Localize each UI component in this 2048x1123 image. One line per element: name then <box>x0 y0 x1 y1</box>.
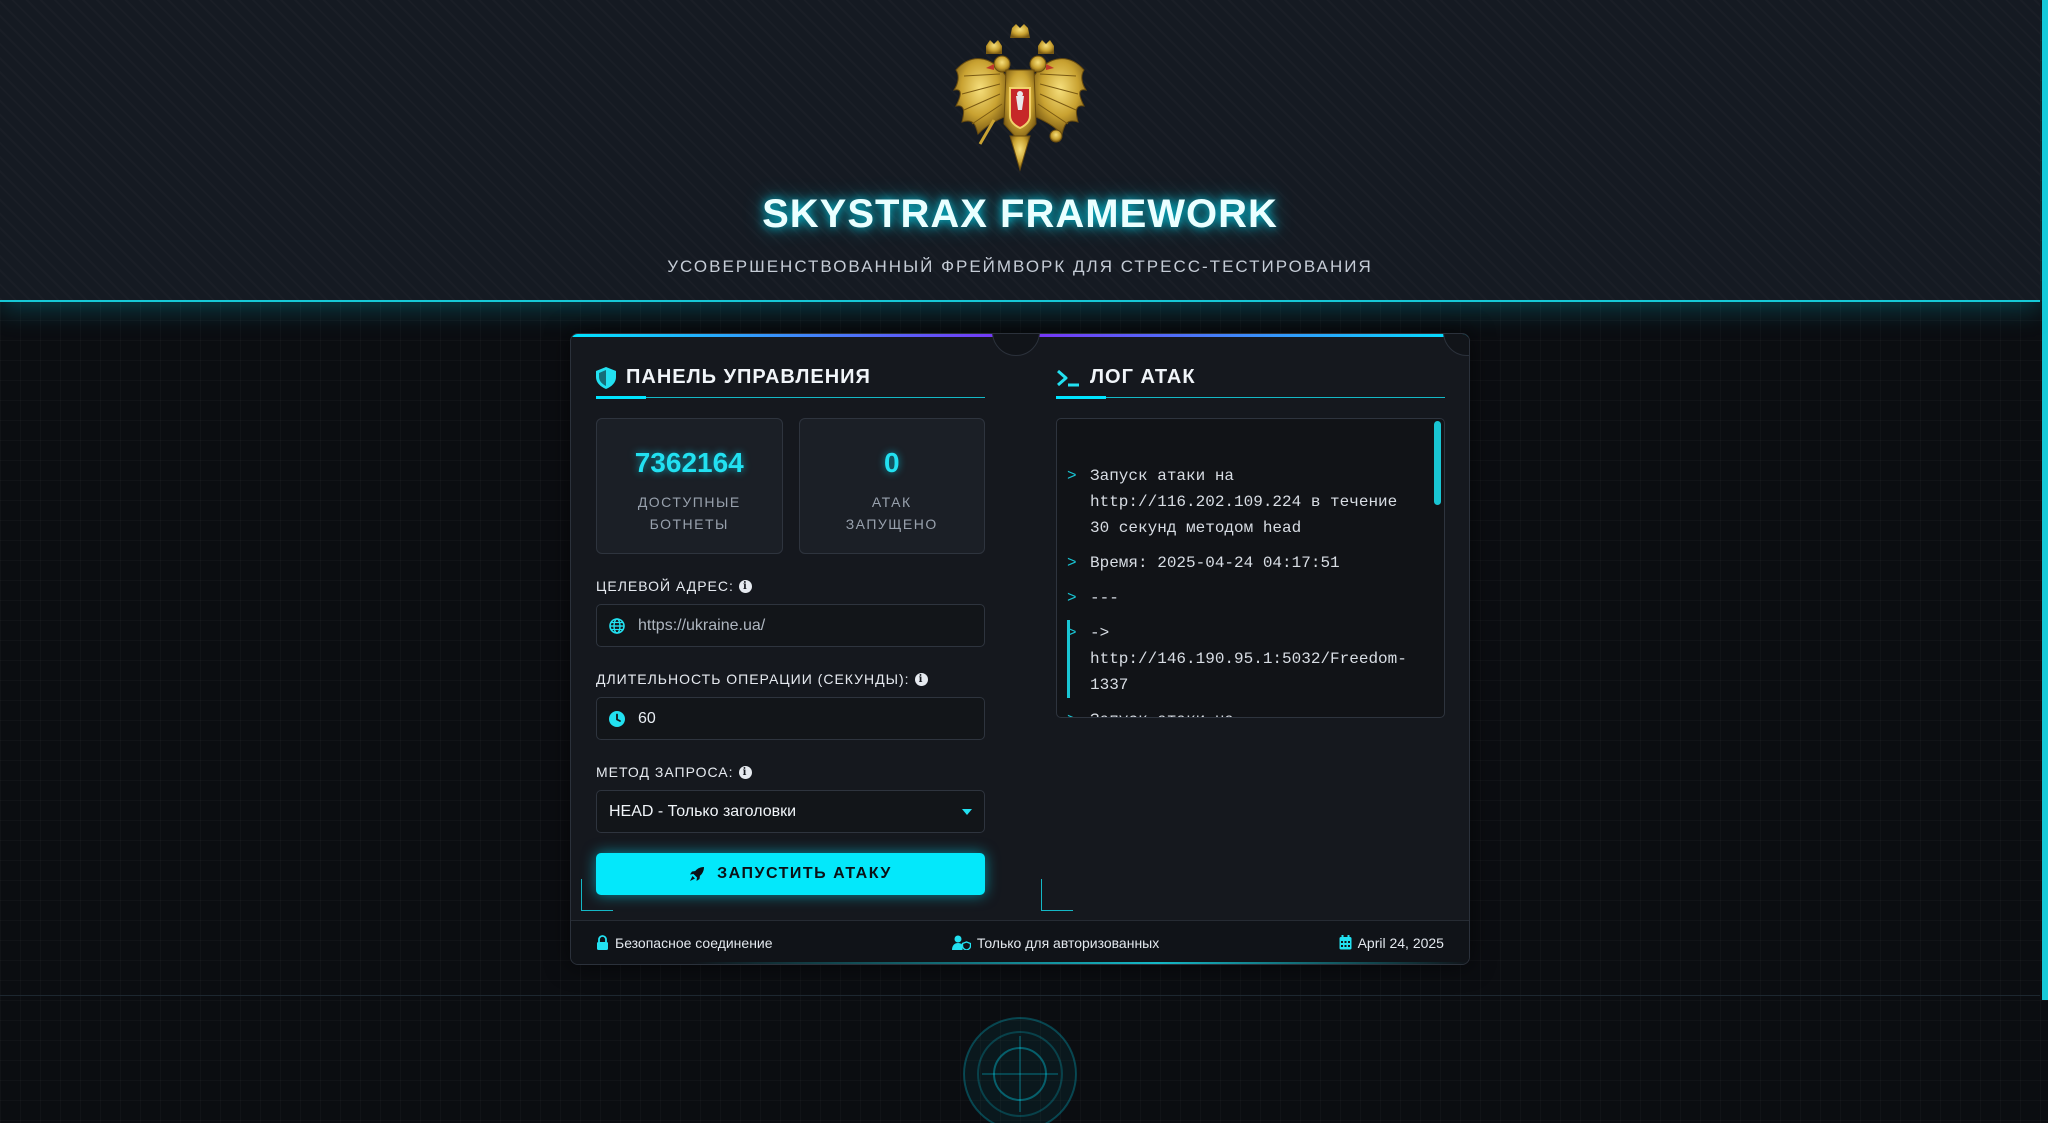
globe-icon <box>609 617 625 634</box>
log-line: > Время: 2025-04-24 04:17:51 <box>1067 550 1408 576</box>
duration-input[interactable] <box>638 709 984 728</box>
log-line-text: --- <box>1090 589 1119 607</box>
info-icon[interactable]: i <box>738 765 752 779</box>
attack-log[interactable]: > Запуск атаки на http://116.202.109.224… <box>1056 418 1445 718</box>
control-panel-heading: ПАНЕЛЬ УПРАВЛЕНИЯ <box>596 358 985 399</box>
footer-secure-text: Безопасное соединение <box>615 934 773 951</box>
stat-value: 0 <box>883 447 900 478</box>
duration-field <box>596 697 985 740</box>
launch-attack-label: ЗАПУСТИТЬ АТАКУ <box>717 865 892 882</box>
double-headed-eagle-emblem <box>952 24 1088 172</box>
app-subtitle: УСОВЕРШЕНСТВОВАННЫЙ ФРЕЙМВОРК ДЛЯ СТРЕСС… <box>667 257 1373 276</box>
stat-botnets: 7362164 ДОСТУПНЫЕ БОТНЕТЫ <box>596 418 783 554</box>
corner-bracket <box>1041 879 1073 911</box>
stat-value: 7362164 <box>634 447 744 478</box>
stat-label: АТАК ЗАПУЩЕНО <box>845 494 938 532</box>
page-scrollbar[interactable] <box>2042 0 2048 1000</box>
log-prompt: > <box>1067 624 1077 642</box>
duration-label: ДЛИТЕЛЬНОСТЬ ОПЕРАЦИИ (СЕКУНДЫ): i <box>596 670 985 688</box>
target-label: ЦЕЛЕВОЙ АДРЕС: i <box>596 577 985 595</box>
footer-secure: Безопасное соединение <box>596 935 773 951</box>
panel-notch <box>1443 334 1469 356</box>
log-heading: ЛОГ АТАК <box>1056 358 1445 399</box>
method-selected-value: HEAD - Только заголовки <box>609 802 797 820</box>
page-header: SKYSTRAX FRAMEWORK УСОВЕРШЕНСТВОВАННЫЙ Ф… <box>0 0 2040 302</box>
app-title: SKYSTRAX FRAMEWORK <box>762 192 1278 236</box>
info-icon[interactable]: i <box>738 579 752 593</box>
target-input[interactable] <box>638 616 984 635</box>
lock-icon <box>597 935 608 950</box>
method-label: МЕТОД ЗАПРОСА: i <box>596 763 985 781</box>
log-prompt: > <box>1067 467 1077 485</box>
target-field <box>596 604 985 647</box>
control-panel: ПАНЕЛЬ УПРАВЛЕНИЯ 7362164 ДОСТУПНЫЕ БОТН… <box>596 358 985 895</box>
target-label-text: ЦЕЛЕВОЙ АДРЕС: <box>596 578 734 594</box>
stat-label: ДОСТУПНЫЕ БОТНЕТЫ <box>637 494 741 532</box>
log-scrollbar[interactable] <box>1434 421 1441 505</box>
log-prompt: > <box>1067 707 1077 717</box>
chevron-down-icon <box>962 808 972 815</box>
log-line-highlighted: > -> http://146.190.95.1:5032/Freedom-13… <box>1067 620 1408 698</box>
log-line-text: -> http://146.190.95.1:5032/Freedom-1337 <box>1090 624 1407 694</box>
log-line-text: Время: 2025-04-24 04:17:51 <box>1090 554 1340 572</box>
terminal-icon <box>1057 369 1079 386</box>
log-line-text: Запуск атаки на http://116.202.109.224 в… <box>1090 467 1398 537</box>
corner-bracket <box>581 879 613 911</box>
radar-icon <box>963 1017 1077 1123</box>
duration-label-text: ДЛИТЕЛЬНОСТЬ ОПЕРАЦИИ (СЕКУНДЫ): <box>596 671 910 687</box>
user-shield-icon <box>951 935 971 950</box>
log-title: ЛОГ АТАК <box>1090 366 1196 388</box>
log-line: > Запуск атаки на <box>1067 707 1408 717</box>
method-select[interactable]: HEAD - Только заголовки <box>596 790 985 833</box>
panel-footer: Безопасное соединение Только для авториз… <box>571 920 1469 964</box>
footer-authorized: Только для авторизованных <box>951 934 1160 951</box>
log-prompt: > <box>1067 554 1077 572</box>
clock-icon <box>609 710 625 727</box>
shield-icon <box>596 366 616 389</box>
footer-date: April 24, 2025 <box>1339 935 1444 951</box>
panel-notch <box>992 334 1040 356</box>
control-panel-title: ПАНЕЛЬ УПРАВЛЕНИЯ <box>626 366 871 388</box>
section-divider <box>0 995 2040 996</box>
footer-authorized-text: Только для авторизованных <box>976 934 1160 951</box>
footer-date-text: April 24, 2025 <box>1357 934 1444 951</box>
rocket-icon <box>690 867 705 881</box>
log-line: > Запуск атаки на http://116.202.109.224… <box>1067 463 1408 541</box>
info-icon[interactable]: i <box>914 672 928 686</box>
log-prompt: > <box>1067 589 1077 607</box>
method-label-text: МЕТОД ЗАПРОСА: <box>596 764 734 780</box>
main-panel: ПАНЕЛЬ УПРАВЛЕНИЯ 7362164 ДОСТУПНЫЕ БОТН… <box>570 333 1470 965</box>
launch-attack-button[interactable]: ЗАПУСТИТЬ АТАКУ <box>596 853 985 895</box>
stat-attacks: 0 АТАК ЗАПУЩЕНО <box>798 418 985 554</box>
attack-log-panel: ЛОГ АТАК > Запуск атаки на http://116.20… <box>1056 358 1445 718</box>
calendar-icon <box>1339 935 1352 950</box>
log-line: > --- <box>1067 585 1408 611</box>
stats-row: 7362164 ДОСТУПНЫЕ БОТНЕТЫ 0 АТАК ЗАПУЩЕН… <box>596 418 985 554</box>
log-line-text: Запуск атаки на <box>1090 707 1234 717</box>
